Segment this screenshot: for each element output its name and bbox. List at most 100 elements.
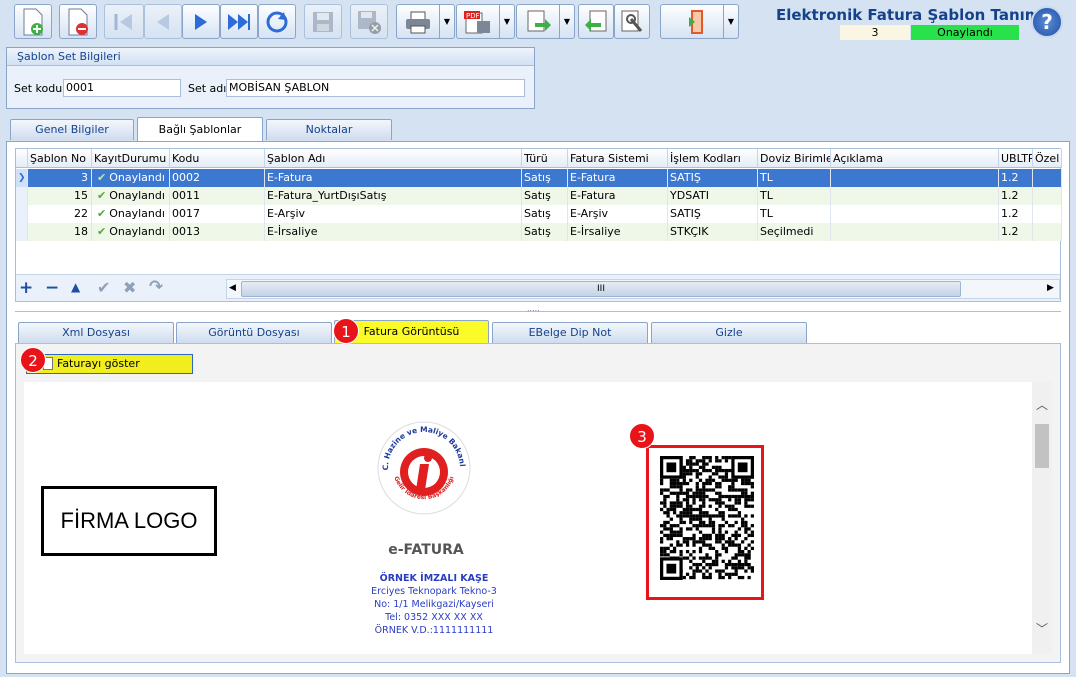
table-row[interactable]: 22 ✔ Onaylandı 0017 E-Arşiv Satış E-Arşiv SATIŞ… bbox=[16, 205, 1062, 223]
table-cell[interactable]: ✔ Onaylandı bbox=[92, 223, 170, 241]
last-button[interactable] bbox=[220, 4, 258, 39]
set-code-field[interactable]: 0001 bbox=[63, 79, 181, 97]
refresh-button[interactable] bbox=[258, 4, 296, 39]
table-cell[interactable] bbox=[1033, 169, 1062, 187]
delete-button[interactable] bbox=[59, 4, 97, 39]
table-cell[interactable] bbox=[831, 187, 999, 205]
first-button[interactable] bbox=[104, 4, 144, 39]
chevron-up-icon[interactable]: ︿ bbox=[1036, 396, 1048, 413]
table-cell[interactable]: Seçilmedi bbox=[758, 223, 831, 241]
col-header[interactable]: Türü bbox=[522, 149, 568, 168]
exit-button[interactable] bbox=[660, 4, 724, 39]
col-header[interactable]: Açıklama bbox=[831, 149, 999, 168]
col-header[interactable]: Kodu bbox=[170, 149, 265, 168]
add-row-icon[interactable]: + bbox=[19, 280, 33, 297]
pdf-button[interactable]: PDF bbox=[456, 4, 500, 39]
table-cell[interactable]: Satış bbox=[522, 187, 568, 205]
tab-xml-dosyasi[interactable]: Xml Dosyası bbox=[18, 322, 174, 343]
table-cell[interactable]: E-İrsaliye bbox=[568, 223, 668, 241]
table-cell[interactable]: 0011 bbox=[170, 187, 265, 205]
col-header[interactable]: Şablon Adı bbox=[265, 149, 522, 168]
tab-goruntu-dosyasi[interactable]: Görüntü Dosyası bbox=[176, 322, 332, 343]
table-cell[interactable]: 0017 bbox=[170, 205, 265, 223]
table-cell[interactable] bbox=[831, 169, 999, 187]
table-row[interactable]: ❯ 3 ✔ Onaylandı 0002 E-Fatura Satış E-Fatura SAT… bbox=[16, 169, 1062, 187]
table-cell[interactable]: E-Fatura bbox=[568, 187, 668, 205]
col-header[interactable]: Doviz Birimleri bbox=[758, 149, 831, 168]
col-header[interactable]: Fatura Sistemi bbox=[568, 149, 668, 168]
pdf-dropdown[interactable]: ▼ bbox=[500, 4, 515, 39]
table-cell[interactable] bbox=[1033, 205, 1062, 223]
table-cell[interactable]: 22 bbox=[28, 205, 92, 223]
table-cell[interactable]: 1.2 bbox=[999, 187, 1033, 205]
table-cell[interactable]: 3 bbox=[28, 169, 92, 187]
new-button[interactable] bbox=[14, 4, 52, 39]
tab-noktalar[interactable]: Noktalar bbox=[266, 119, 392, 140]
col-header[interactable]: Şablon No bbox=[28, 149, 92, 168]
table-cell[interactable]: Satış bbox=[522, 169, 568, 187]
tab-gizle[interactable]: Gizle bbox=[651, 322, 807, 343]
table-cell[interactable]: E-Fatura_YurtDışıSatış bbox=[265, 187, 522, 205]
cancel-icon[interactable]: ✖ bbox=[123, 278, 136, 297]
tab-genel-bilgiler[interactable]: Genel Bilgiler bbox=[10, 119, 134, 140]
table-cell[interactable]: SATIŞ bbox=[668, 169, 758, 187]
table-cell[interactable]: 1.2 bbox=[999, 223, 1033, 241]
export-dropdown[interactable]: ▼ bbox=[560, 4, 575, 39]
table-cell[interactable]: 18 bbox=[28, 223, 92, 241]
table-cell[interactable]: TL bbox=[758, 187, 831, 205]
print-dropdown[interactable]: ▼ bbox=[440, 4, 455, 39]
show-invoice-button[interactable]: Faturayı göster bbox=[26, 354, 193, 374]
cancel-save-button[interactable] bbox=[350, 4, 388, 39]
table-cell[interactable]: E-Arşiv bbox=[568, 205, 668, 223]
help-button[interactable]: ? bbox=[1031, 6, 1063, 38]
row-indicator[interactable] bbox=[16, 187, 28, 205]
table-cell[interactable] bbox=[831, 223, 999, 241]
table-cell[interactable]: STKÇIK bbox=[668, 223, 758, 241]
col-header[interactable]: Özel N bbox=[1033, 149, 1062, 168]
horizontal-scrollbar[interactable]: ◀ III ▶ bbox=[226, 279, 1060, 299]
preview-scrollbar[interactable]: ︿ ﹀ bbox=[1032, 382, 1052, 654]
table-cell[interactable] bbox=[1033, 223, 1062, 241]
table-cell[interactable]: SATIŞ bbox=[668, 205, 758, 223]
exit-dropdown[interactable]: ▼ bbox=[724, 4, 739, 39]
table-cell[interactable]: 0013 bbox=[170, 223, 265, 241]
scroll-right-icon[interactable]: ▶ bbox=[1047, 283, 1054, 293]
table-cell[interactable]: E-İrsaliye bbox=[265, 223, 522, 241]
table-cell[interactable]: E-Fatura bbox=[568, 169, 668, 187]
table-cell[interactable]: YDSATI bbox=[668, 187, 758, 205]
table-cell[interactable]: TL bbox=[758, 169, 831, 187]
prev-button[interactable] bbox=[144, 4, 182, 39]
tab-ebelge-dip-not[interactable]: EBelge Dip Not bbox=[492, 322, 648, 343]
import-button[interactable] bbox=[578, 4, 614, 39]
table-cell[interactable]: 15 bbox=[28, 187, 92, 205]
undo-icon[interactable]: ↷ bbox=[149, 277, 163, 297]
scroll-left-icon[interactable]: ◀ bbox=[229, 283, 236, 293]
table-cell[interactable]: 0002 bbox=[170, 169, 265, 187]
table-cell[interactable]: E-Arşiv bbox=[265, 205, 522, 223]
col-header[interactable]: KayıtDurumu bbox=[92, 149, 170, 168]
row-indicator[interactable] bbox=[16, 223, 28, 241]
preview-scroll-thumb[interactable] bbox=[1035, 424, 1049, 468]
tab-bagli-sablonlar[interactable]: Bağlı Şablonlar bbox=[137, 117, 263, 142]
row-indicator[interactable] bbox=[16, 205, 28, 223]
table-cell[interactable]: E-Fatura bbox=[265, 169, 522, 187]
remove-row-icon[interactable]: − bbox=[45, 280, 59, 297]
move-up-icon[interactable]: ▲ bbox=[71, 280, 80, 294]
table-cell[interactable]: ✔ Onaylandı bbox=[92, 187, 170, 205]
col-header[interactable]: UBLTR bbox=[999, 149, 1033, 168]
table-cell[interactable] bbox=[1033, 187, 1062, 205]
export-button[interactable] bbox=[516, 4, 560, 39]
col-header[interactable]: İşlem Kodları bbox=[668, 149, 758, 168]
table-cell[interactable]: ✔ Onaylandı bbox=[92, 205, 170, 223]
set-name-field[interactable]: MOBİSAN ŞABLON bbox=[226, 79, 525, 97]
table-row[interactable]: 18 ✔ Onaylandı 0013 E-İrsaliye Satış E-İrsaliy… bbox=[16, 223, 1062, 241]
table-cell[interactable]: ✔ Onaylandı bbox=[92, 169, 170, 187]
save-button[interactable] bbox=[304, 4, 342, 39]
chevron-down-icon[interactable]: ﹀ bbox=[1036, 620, 1048, 637]
table-row[interactable]: 15 ✔ Onaylandı 0011 E-Fatura_YurtDışıSatış Sa… bbox=[16, 187, 1062, 205]
confirm-icon[interactable]: ✔ bbox=[97, 278, 110, 297]
table-cell[interactable]: TL bbox=[758, 205, 831, 223]
next-button[interactable] bbox=[182, 4, 220, 39]
table-cell[interactable]: Satış bbox=[522, 205, 568, 223]
tool-button[interactable] bbox=[614, 4, 650, 39]
